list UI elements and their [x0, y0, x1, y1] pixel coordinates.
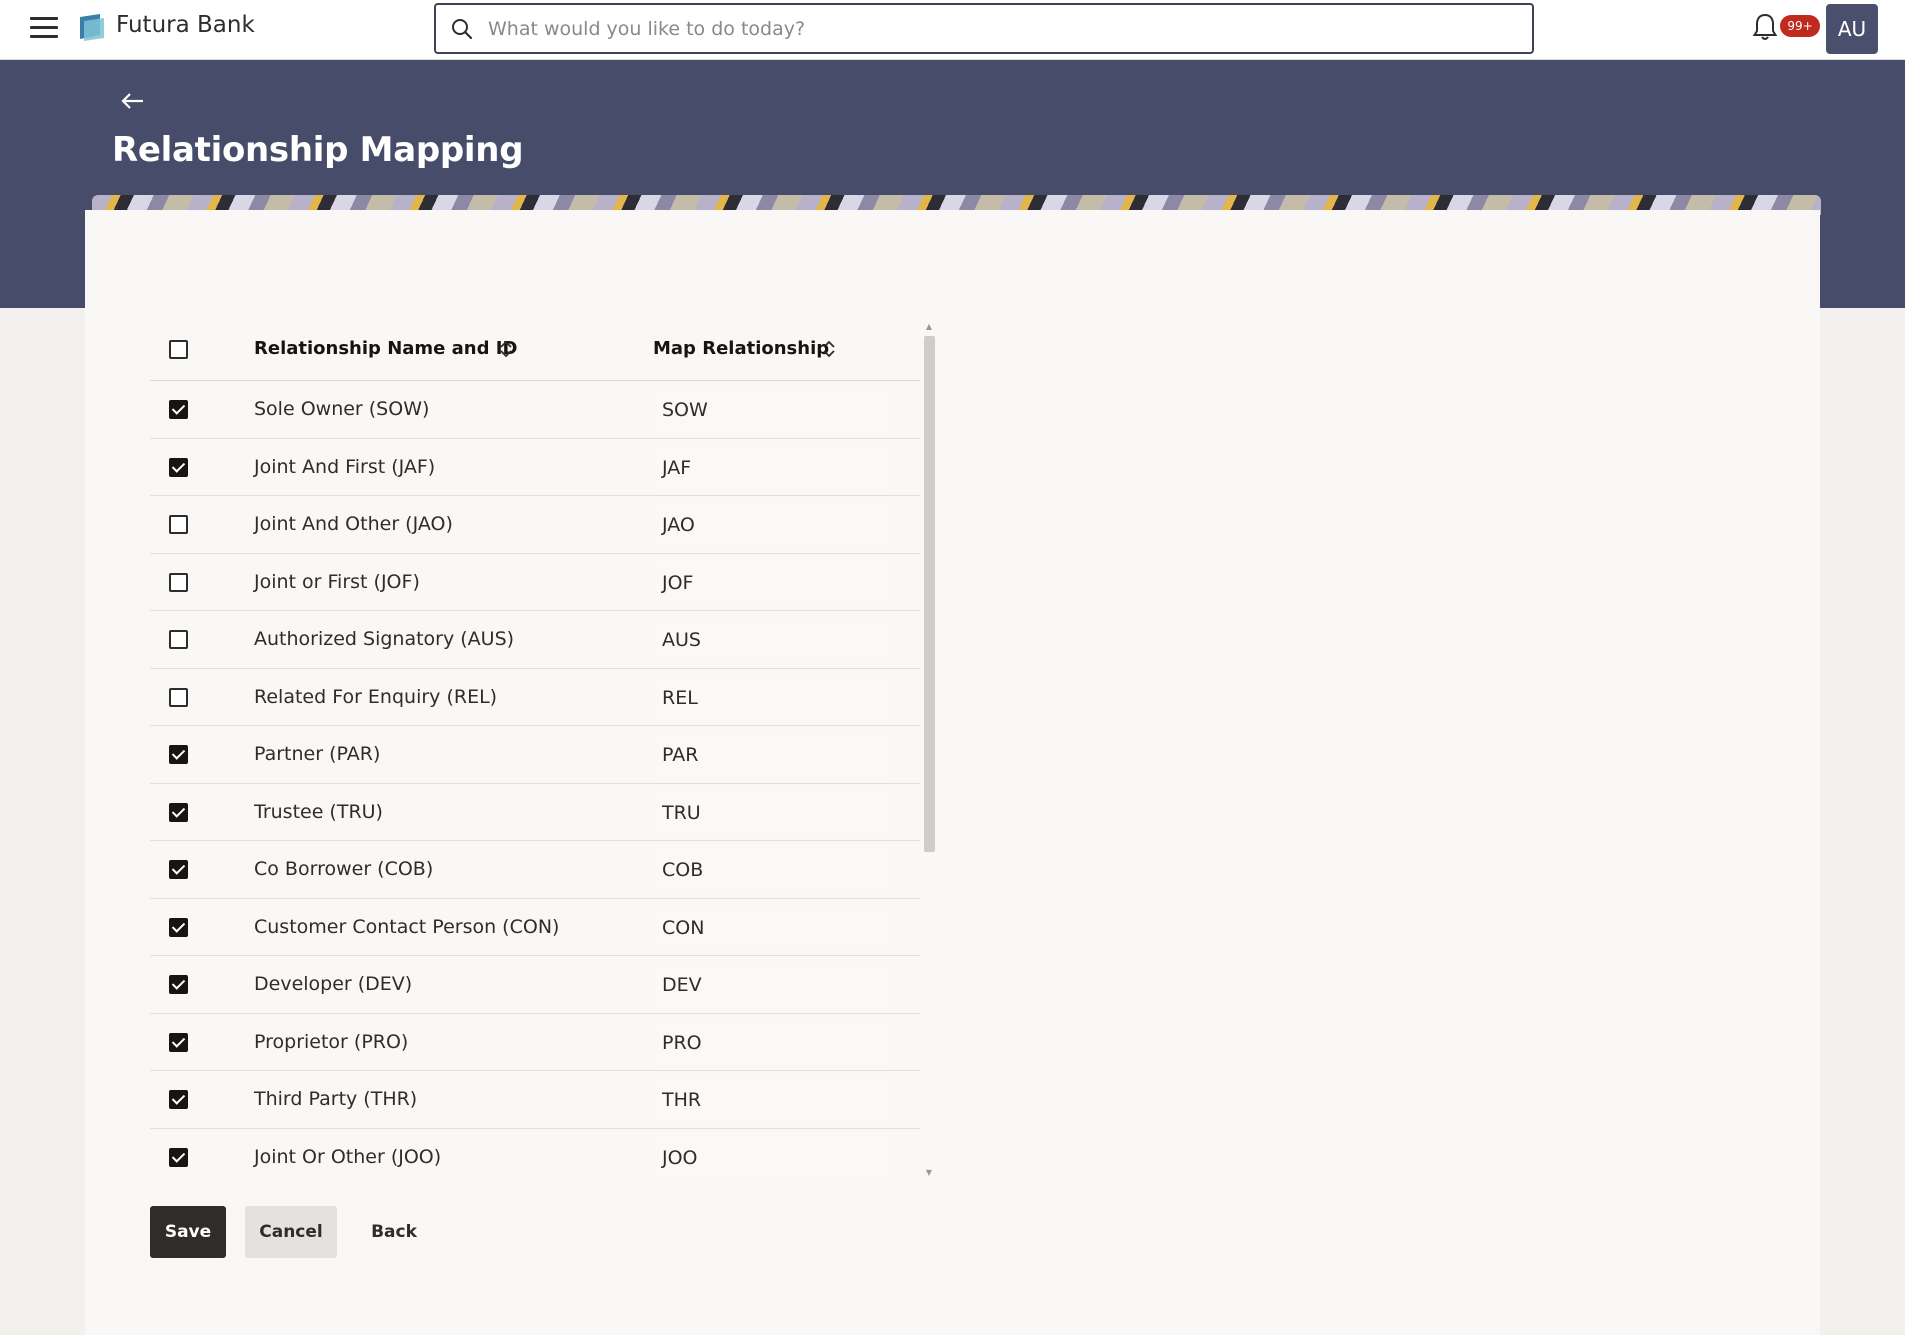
relationship-name: Trustee (TRU)	[254, 800, 383, 823]
back-arrow-icon[interactable]	[118, 86, 148, 116]
table-row[interactable]: Co Borrower (COB) COB	[150, 841, 920, 899]
relationship-name: Joint And First (JAF)	[254, 455, 436, 478]
row-checkbox[interactable]	[169, 917, 188, 937]
row-checkbox[interactable]	[169, 860, 188, 879]
scroll-up-arrow-icon[interactable]: ▲	[923, 322, 935, 331]
relationship-name: Partner (PAR)	[254, 743, 381, 765]
row-checkbox[interactable]	[169, 1032, 188, 1052]
scroll-down-arrow-icon[interactable]: ▼	[923, 1168, 935, 1177]
relationship-name: Sole Owner (SOW)	[254, 398, 430, 420]
row-checkbox[interactable]	[169, 630, 188, 649]
row-checkbox[interactable]	[169, 975, 188, 994]
table-row[interactable]: Joint And First (JAF) JAF	[150, 439, 920, 496]
row-checkbox[interactable]	[169, 1090, 188, 1109]
row-checkbox[interactable]	[169, 457, 188, 477]
row-checkbox[interactable]	[169, 687, 188, 707]
map-relationship-field[interactable]: SOW	[654, 388, 890, 432]
search-bar[interactable]	[434, 3, 1534, 54]
page-title: Relationship Mapping	[112, 130, 524, 170]
sort-icon[interactable]	[822, 339, 836, 359]
table-row[interactable]: Joint Or Other (JOO) JOO	[150, 1129, 920, 1181]
map-relationship-field[interactable]: AUS	[654, 618, 890, 662]
table-row[interactable]: Partner (PAR) PAR	[150, 726, 920, 784]
select-all-checkbox[interactable]	[169, 340, 188, 359]
brand-name[interactable]: Futura Bank	[116, 12, 255, 38]
map-relationship-field[interactable]: PAR	[654, 733, 890, 777]
table-row[interactable]: Customer Contact Person (CON) CON	[150, 899, 920, 956]
relationship-name: Joint And Other (JAO)	[254, 513, 453, 535]
table-row[interactable]: Related For Enquiry (REL) REL	[150, 669, 920, 726]
search-icon	[452, 19, 473, 40]
save-button[interactable]: Save	[150, 1206, 226, 1258]
search-input[interactable]	[486, 13, 1516, 45]
table-scrollbar-thumb[interactable]	[924, 336, 935, 852]
cancel-button[interactable]: Cancel	[245, 1206, 337, 1258]
relationship-name: Authorized Signatory (AUS)	[254, 628, 515, 650]
relationship-name: Developer (DEV)	[254, 973, 413, 995]
relationship-name: Third Party (THR)	[254, 1088, 418, 1110]
table-row[interactable]: Developer (DEV) DEV	[150, 956, 920, 1014]
table-row[interactable]: Proprietor (PRO) PRO	[150, 1014, 920, 1071]
map-relationship-field[interactable]: PRO	[654, 1020, 890, 1065]
map-relationship-field[interactable]: REL	[654, 675, 890, 720]
map-relationship-field[interactable]: JOO	[654, 1135, 890, 1180]
row-checkbox[interactable]	[169, 1147, 188, 1167]
map-relationship-field[interactable]: THR	[654, 1078, 890, 1122]
notification-count-badge: 99+	[1780, 15, 1820, 37]
table-row[interactable]: Third Party (THR) THR	[150, 1071, 920, 1129]
relationship-table: Relationship Name and ID Map Relationshi…	[150, 320, 936, 1180]
map-relationship-field[interactable]: JAO	[654, 503, 890, 547]
table-row[interactable]: Trustee (TRU) TRU	[150, 784, 920, 841]
map-relationship-field[interactable]: JAF	[654, 445, 890, 490]
bank-logo-icon	[80, 14, 104, 41]
table-row[interactable]: Authorized Signatory (AUS) AUS	[150, 611, 920, 669]
top-bar: Futura Bank 99+ AU	[0, 0, 1905, 60]
table-row[interactable]: Sole Owner (SOW) SOW	[150, 381, 920, 439]
map-relationship-field[interactable]: JOF	[654, 560, 890, 605]
relationship-name: Joint or First (JOF)	[254, 570, 420, 593]
column-header-name: Relationship Name and ID	[254, 338, 518, 359]
relationship-name: Co Borrower (COB)	[254, 858, 434, 880]
map-relationship-field[interactable]: CON	[654, 905, 890, 950]
row-checkbox[interactable]	[169, 572, 188, 592]
map-relationship-field[interactable]: DEV	[654, 963, 890, 1007]
column-header-map: Map Relationship	[653, 338, 830, 359]
map-relationship-field[interactable]: COB	[654, 848, 890, 892]
notification-bell-icon[interactable]	[1752, 12, 1778, 42]
sort-icon[interactable]	[499, 339, 513, 359]
user-avatar[interactable]: AU	[1826, 4, 1878, 54]
hamburger-menu-icon[interactable]	[30, 17, 58, 41]
row-checkbox[interactable]	[169, 802, 188, 822]
row-checkbox[interactable]	[169, 400, 188, 419]
relationship-name: Related For Enquiry (REL)	[254, 685, 498, 708]
relationship-name: Proprietor (PRO)	[254, 1030, 409, 1053]
back-button[interactable]: Back	[356, 1206, 432, 1258]
relationship-name: Customer Contact Person (CON)	[254, 915, 560, 938]
map-relationship-field[interactable]: TRU	[654, 790, 890, 835]
row-checkbox[interactable]	[169, 515, 188, 534]
row-checkbox[interactable]	[169, 745, 188, 764]
table-row[interactable]: Joint And Other (JAO) JAO	[150, 496, 920, 554]
table-header: Relationship Name and ID Map Relationshi…	[150, 320, 920, 381]
relationship-name: Joint Or Other (JOO)	[254, 1145, 442, 1168]
table-row[interactable]: Joint or First (JOF) JOF	[150, 554, 920, 611]
